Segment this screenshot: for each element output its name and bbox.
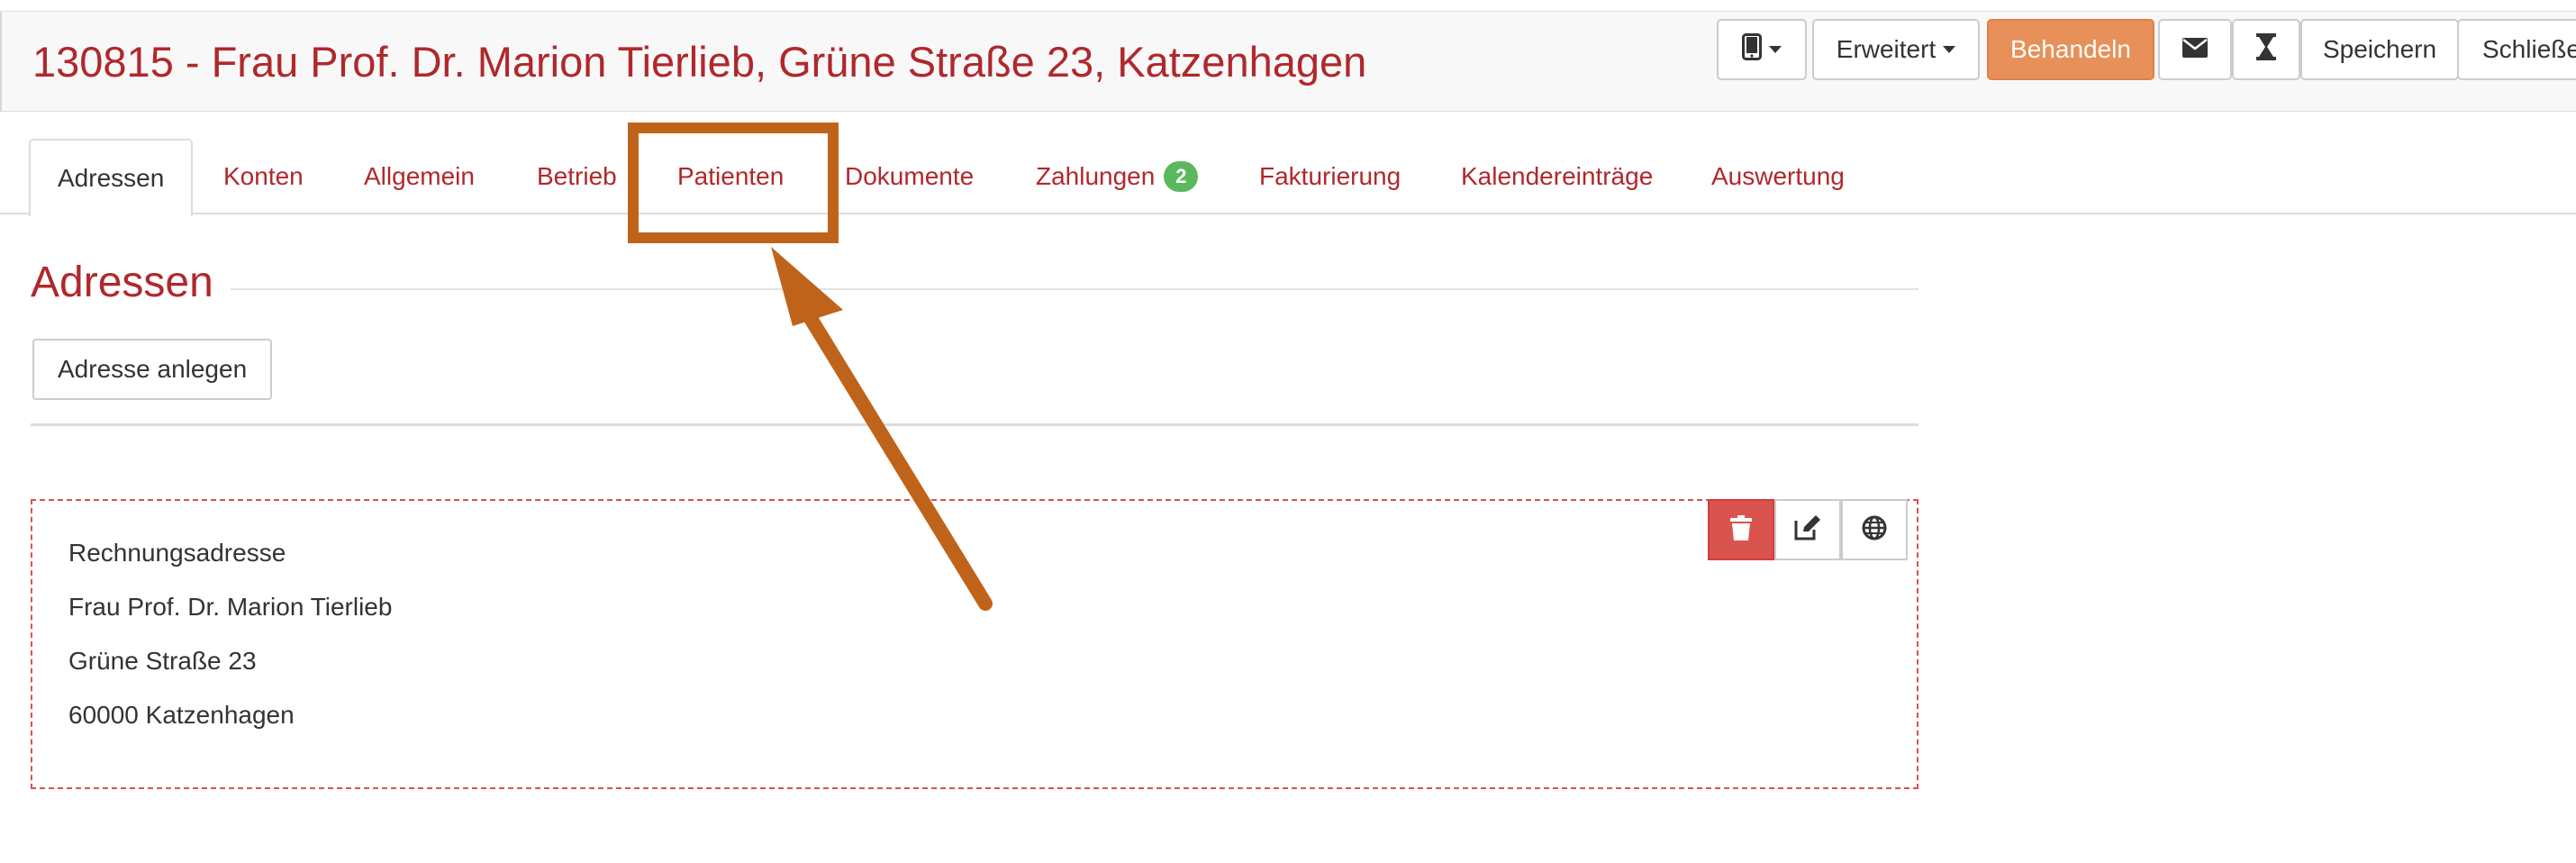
annotation-arrow (771, 247, 993, 611)
